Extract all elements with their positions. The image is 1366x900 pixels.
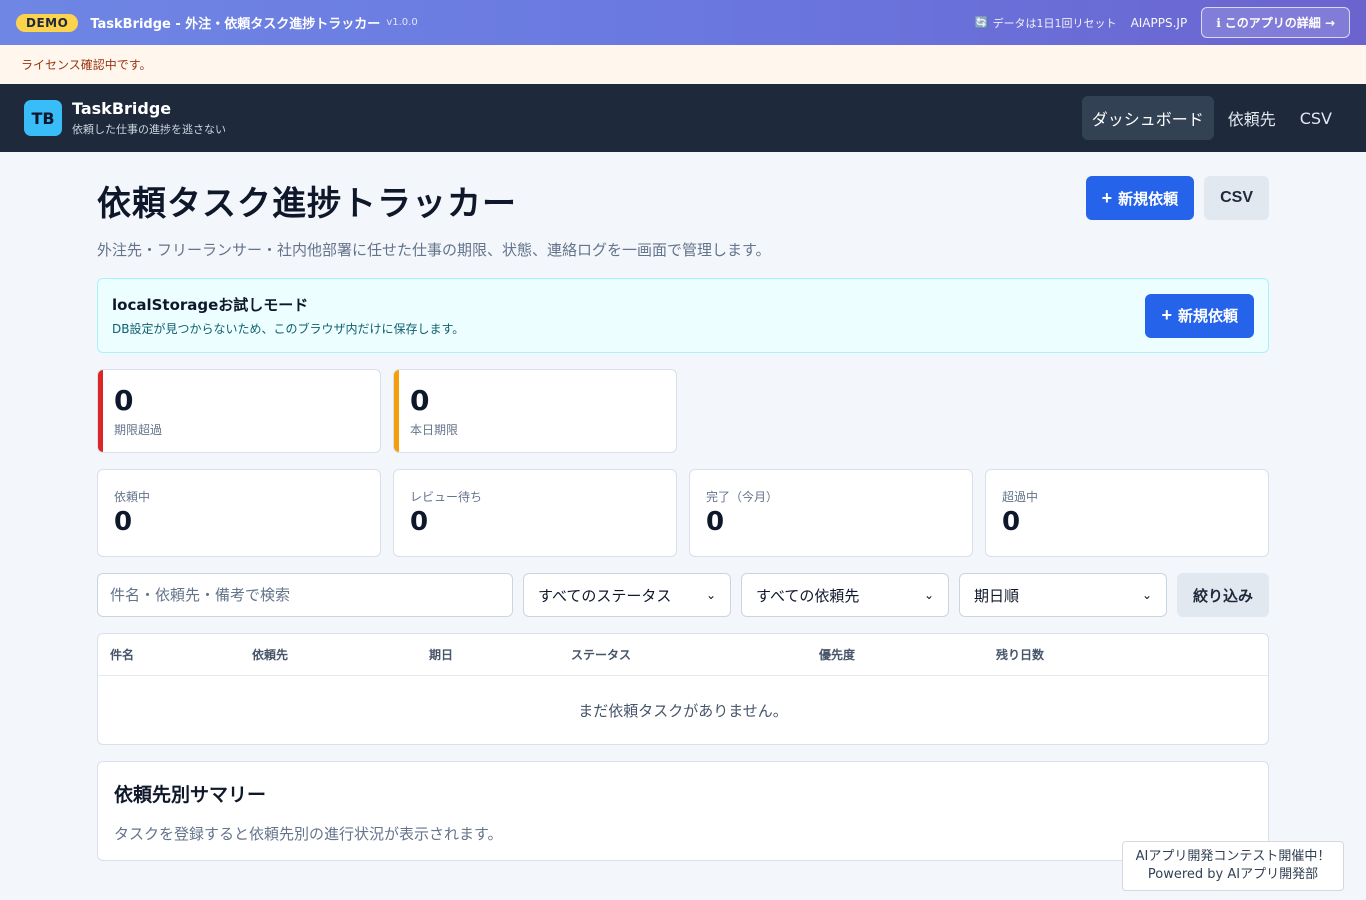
page-subtitle: 外注先・フリーランサー・社内他部署に任せた仕事の期限、状態、連絡ログを一画面で管… [97,241,771,259]
stat-value: 0 [410,507,429,537]
alert-cards: 0 期限超過 0 本日期限 [97,369,1269,453]
stat-cards: 依頼中 0 レビュー待ち 0 完了（今月） 0 超過中 0 [97,469,1269,557]
demo-version: v1.0.0 [386,17,418,28]
site-link[interactable]: AIAPPS.JP [1131,16,1188,30]
stat-value: 0 [706,507,725,537]
sort-select[interactable]: 期日順 ⌄ [959,573,1167,617]
due-today-label: 本日期限 [410,423,459,437]
brand: TaskBridge 依頼した仕事の進捗を逃さない [72,99,226,137]
app-name: TaskBridge [72,99,172,118]
nav-csv[interactable]: CSV [1290,99,1342,138]
overdue-count: 0 [114,384,134,417]
demo-reset-note: 🔄 データは1日1回リセット [975,15,1117,31]
page-actions: + 新規依頼 CSV [1085,176,1269,220]
stat-label: 依頼中 [114,490,151,504]
app-header: TB TaskBridge 依頼した仕事の進捗を逃さない ダッシュボード 依頼先… [0,84,1366,152]
notice-new-request-button[interactable]: + 新規依頼 [1145,293,1254,338]
filter-bar: すべてのステータス ⌄ すべての依頼先 ⌄ 期日順 ⌄ 絞り込み [97,573,1269,617]
table-empty-message: まだ依頼タスクがありません。 [578,701,788,720]
license-banner: ライセンス確認中です。 [0,45,1366,84]
demo-reset-text: データは1日1回リセット [992,16,1117,30]
stat-label: 超過中 [1002,490,1039,504]
notice-title: localStorageお試しモード [112,296,309,314]
app-logo[interactable]: TB [24,100,62,136]
stat-label: レビュー待ち [410,490,483,504]
due-today-card[interactable]: 0 本日期限 [393,369,677,453]
status-select-value: すべてのステータス [538,586,672,605]
app-tagline: 依頼した仕事の進捗を逃さない [72,123,226,136]
search-input[interactable] [97,573,513,617]
column-header-status[interactable]: ステータス [571,646,819,663]
stat-completed-month: 完了（今月） 0 [689,469,973,557]
assignee-select[interactable]: すべての依頼先 ⌄ [741,573,949,617]
page-title: 依頼タスク進捗トラッカー [97,184,517,224]
chevron-down-icon: ⌄ [923,588,934,602]
contest-badge[interactable]: AIアプリ開発コンテスト開催中！ Powered by AIアプリ開発部 [1122,841,1344,891]
stat-label: 完了（今月） [706,490,779,504]
column-header-days-left[interactable]: 残り日数 [996,646,1136,663]
demo-title: TaskBridge - 外注・依頼タスク進捗トラッカー [90,17,381,32]
stat-overdue: 超過中 0 [985,469,1269,557]
overdue-label: 期限超過 [114,423,163,437]
new-request-label: 新規依頼 [1118,190,1179,208]
csv-button[interactable]: CSV [1204,176,1269,220]
due-today-count: 0 [410,384,430,417]
overdue-accent [98,370,103,452]
contest-line-1: AIアプリ開発コンテスト開催中！ [1135,849,1331,864]
plus-icon: + [1101,187,1113,208]
storage-mode-notice: localStorageお試しモード DB設定が見つからないため、このブラウザ内… [97,278,1269,353]
nav-assignees[interactable]: 依頼先 [1218,96,1286,140]
table-header: 件名 依頼先 期日 ステータス 優先度 残り日数 [98,634,1268,676]
overdue-card[interactable]: 0 期限超過 [97,369,381,453]
notice-text: DB設定が見つからないため、このブラウザ内だけに保存します。 [112,322,465,336]
demo-badge: DEMO [16,13,79,32]
chevron-down-icon: ⌄ [1141,588,1152,602]
due-today-accent [394,370,399,452]
refresh-icon: 🔄 [974,16,989,29]
stat-value: 0 [1002,507,1021,537]
plus-icon: + [1161,305,1172,325]
app-detail-label: このアプリの詳細 → [1224,16,1335,30]
column-header-title[interactable]: 件名 [110,646,252,663]
column-header-priority[interactable]: 優先度 [819,646,996,663]
column-header-assignee[interactable]: 依頼先 [252,646,429,663]
assignee-summary: 依頼先別サマリー タスクを登録すると依頼先別の進行状況が表示されます。 [97,761,1269,861]
assignee-select-value: すべての依頼先 [756,586,860,605]
nav-dashboard[interactable]: ダッシュボード [1081,96,1214,140]
page-header: 依頼タスク進捗トラッカー 外注先・フリーランサー・社内他部署に任せた仕事の期限、… [97,176,1269,260]
task-table: 件名 依頼先 期日 ステータス 優先度 残り日数 まだ依頼タスクがありません。 [97,633,1269,745]
summary-text: タスクを登録すると依頼先別の進行状況が表示されます。 [114,825,503,843]
stat-value: 0 [114,507,133,537]
stat-awaiting-review: レビュー待ち 0 [393,469,677,557]
app-detail-button[interactable]: ℹ このアプリの詳細 → [1201,7,1350,38]
main-nav: ダッシュボード 依頼先 CSV [1081,96,1342,140]
summary-title: 依頼先別サマリー [114,784,267,806]
info-icon: ℹ [1216,15,1221,30]
notice-new-request-label: 新規依頼 [1177,308,1238,325]
contest-line-2: Powered by AIアプリ開発部 [1147,867,1319,882]
new-request-button[interactable]: + 新規依頼 [1085,176,1195,220]
column-header-due[interactable]: 期日 [429,646,571,663]
stat-in-progress: 依頼中 0 [97,469,381,557]
chevron-down-icon: ⌄ [705,588,716,602]
demo-bar: DEMO TaskBridge - 外注・依頼タスク進捗トラッカー v1.0.0… [0,0,1366,45]
filter-button[interactable]: 絞り込み [1177,573,1269,617]
license-message: ライセンス確認中です。 [21,58,152,72]
sort-select-value: 期日順 [974,586,1020,605]
main-content: 依頼タスク進捗トラッカー 外注先・フリーランサー・社内他部署に任せた仕事の期限、… [97,176,1269,861]
status-select[interactable]: すべてのステータス ⌄ [523,573,731,617]
